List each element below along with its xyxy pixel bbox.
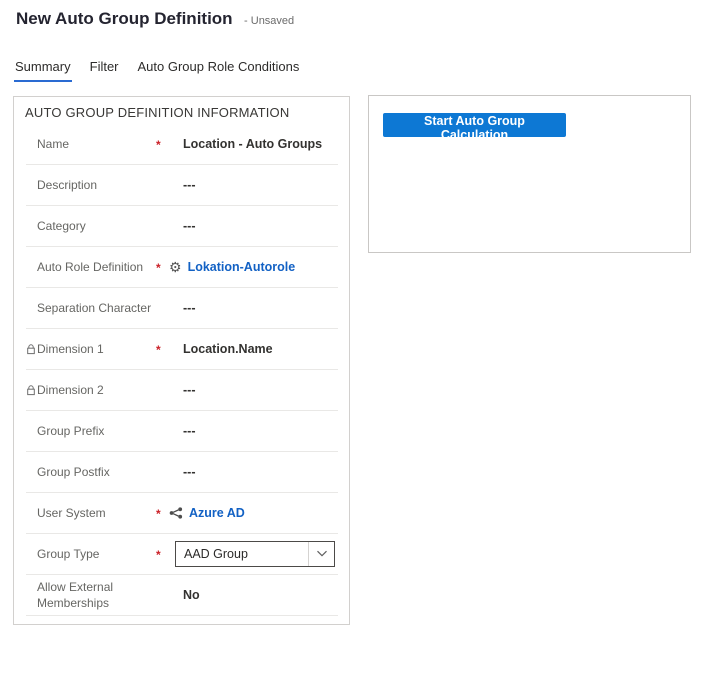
field-value: --- (183, 383, 196, 397)
field-value: Location.Name (183, 342, 273, 356)
field-label: User System (37, 505, 106, 521)
panel-title: AUTO GROUP DEFINITION INFORMATION (25, 105, 349, 120)
field-value-cell: Location - Auto Groups (183, 137, 338, 151)
lock-icon (26, 385, 37, 396)
field-label-cell: Name (26, 136, 156, 152)
tab-summary[interactable]: Summary (14, 57, 72, 82)
field-value-cell: --- (183, 424, 338, 438)
field-value-cell: AAD Group (183, 541, 338, 567)
group-type-dropdown[interactable]: AAD Group (175, 541, 335, 567)
field-label-cell: Group Prefix (26, 423, 156, 439)
field-label: Allow External Memberships (37, 579, 152, 611)
field-value-cell: ⚙Lokation-Autorole (183, 260, 338, 274)
page-header: New Auto Group Definition - Unsaved (16, 9, 294, 29)
required-marker-empty (156, 307, 183, 309)
required-marker-empty (156, 430, 183, 432)
auto-role-definition-link[interactable]: Lokation-Autorole (188, 260, 296, 274)
field-label-cell: Description (26, 177, 156, 193)
actions-panel: Start Auto Group Calculation (368, 95, 691, 253)
start-auto-group-calculation-button[interactable]: Start Auto Group Calculation (383, 113, 566, 137)
field-value: Location - Auto Groups (183, 137, 322, 151)
field-value: --- (183, 301, 196, 315)
tab-filter[interactable]: Filter (89, 57, 120, 82)
tab-auto-group-role-conditions[interactable]: Auto Group Role Conditions (137, 57, 301, 82)
field-label-cell: Auto Role Definition (26, 259, 156, 275)
field-label-cell: Group Postfix (26, 464, 156, 480)
field-row-group-postfix: Group Postfix --- (26, 452, 338, 493)
chevron-down-icon (308, 542, 334, 566)
field-value-cell: --- (183, 178, 338, 192)
field-label-cell: Dimension 1 (26, 341, 156, 357)
field-label: Group Prefix (37, 423, 104, 439)
required-marker: * (156, 136, 183, 152)
required-marker-empty (156, 389, 183, 391)
auto-group-definition-panel: AUTO GROUP DEFINITION INFORMATION Name*L… (13, 96, 350, 625)
field-label-cell: User System (26, 505, 156, 521)
field-label-cell: Allow External Memberships (26, 579, 156, 611)
field-label: Name (37, 136, 69, 152)
role-icon: ⚙ (169, 260, 182, 274)
required-marker: * (156, 341, 183, 357)
field-label: Category (37, 218, 86, 234)
required-marker-empty (156, 184, 183, 186)
lock-icon (26, 344, 37, 355)
field-label-cell: Dimension 2 (26, 382, 156, 398)
field-value: --- (183, 219, 196, 233)
field-row-category: Category --- (26, 206, 338, 247)
field-row-dimension-1: Dimension 1 *Location.Name (26, 329, 338, 370)
field-row-user-system: User System*Azure AD (26, 493, 338, 534)
field-label-cell: Separation Character (26, 300, 156, 316)
field-value: --- (183, 465, 196, 479)
field-value-cell: --- (183, 465, 338, 479)
field-label: Dimension 2 (37, 382, 104, 398)
field-label: Group Type (37, 546, 99, 562)
field-value: --- (183, 178, 196, 192)
field-label: Group Postfix (37, 464, 110, 480)
field-value: --- (183, 424, 196, 438)
field-value-cell: Location.Name (183, 342, 338, 356)
field-label: Auto Role Definition (37, 259, 143, 275)
required-marker-empty (156, 594, 183, 596)
field-row-name: Name *Location - Auto Groups (26, 124, 338, 165)
page-title: New Auto Group Definition (16, 9, 233, 28)
user-system-link[interactable]: Azure AD (189, 506, 245, 520)
unsaved-status-badge: - Unsaved (244, 15, 294, 27)
required-marker-empty (156, 225, 183, 227)
dropdown-selected-value: AAD Group (184, 547, 248, 561)
required-marker-empty (156, 471, 183, 473)
field-row-group-prefix: Group Prefix --- (26, 411, 338, 452)
field-row-auto-role-definition: Auto Role Definition*⚙Lokation-Autorole (26, 247, 338, 288)
field-row-group-type: Group Type*AAD Group (26, 534, 338, 575)
tab-bar: Summary Filter Auto Group Role Condition… (14, 57, 300, 82)
field-rows: Name*Location - Auto GroupsDescription--… (26, 124, 338, 616)
field-value-cell: --- (183, 301, 338, 315)
field-value: No (183, 588, 200, 602)
field-value-cell: --- (183, 219, 338, 233)
field-label: Separation Character (37, 300, 151, 316)
field-value-cell: --- (183, 383, 338, 397)
field-value-cell: Azure AD (183, 506, 338, 520)
user-system-icon (169, 507, 183, 519)
field-label: Dimension 1 (37, 341, 104, 357)
field-label-cell: Group Type (26, 546, 156, 562)
field-label-cell: Category (26, 218, 156, 234)
field-label: Description (37, 177, 97, 193)
field-row-dimension-2: Dimension 2 --- (26, 370, 338, 411)
field-value-cell: No (183, 588, 338, 602)
field-row-separation-character: Separation Character --- (26, 288, 338, 329)
field-row-description: Description --- (26, 165, 338, 206)
field-row-allow-external-memberships: Allow External Memberships No (26, 575, 338, 616)
